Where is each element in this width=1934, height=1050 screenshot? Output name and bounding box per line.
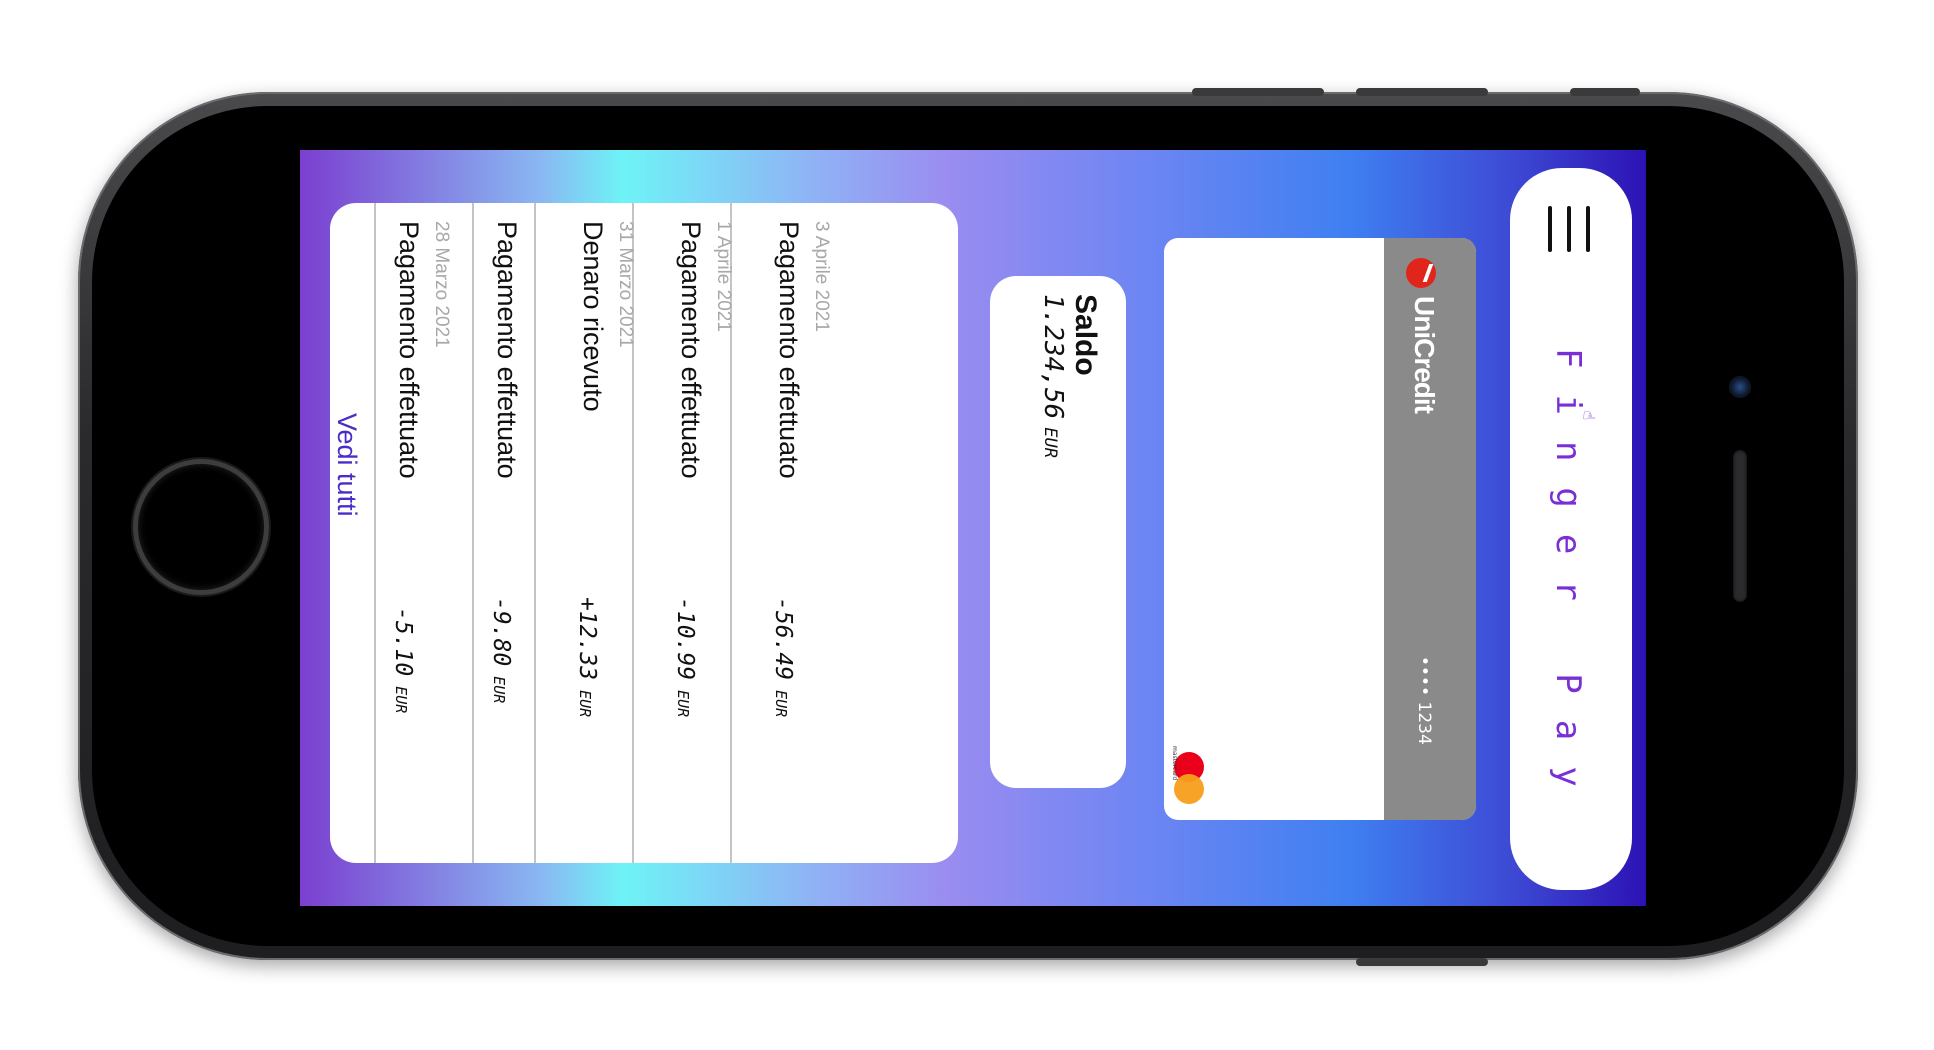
transaction-amount-row: -56.49 EUR bbox=[770, 597, 796, 717]
row-divider bbox=[472, 203, 474, 863]
hand-icon: ☝ bbox=[1579, 410, 1599, 421]
transaction-currency: EUR bbox=[674, 690, 692, 718]
mastercard-logo-circle bbox=[1174, 774, 1204, 804]
transaction-description[interactable]: Pagamento effettuato bbox=[393, 221, 424, 479]
transaction-amount-row: -10.99 EUR bbox=[672, 597, 698, 717]
volume-down-button bbox=[1356, 88, 1488, 96]
transaction-currency: EUR bbox=[772, 690, 790, 718]
front-camera bbox=[1729, 376, 1751, 398]
transaction-description[interactable]: Denaro ricevuto bbox=[577, 221, 608, 412]
transaction-date: 3 Aprile 2021 bbox=[811, 221, 832, 332]
transaction-currency: EUR bbox=[576, 690, 594, 718]
transaction-date: 1 Aprile 2021 bbox=[713, 221, 734, 332]
volume-up-button bbox=[1192, 88, 1324, 96]
earpiece-speaker bbox=[1733, 450, 1747, 602]
card-number: •••• 1234 bbox=[1414, 656, 1434, 745]
transaction-amount: -5.10 bbox=[390, 607, 416, 677]
transaction-currency: EUR bbox=[490, 676, 508, 704]
transaction-description[interactable]: Pagamento effettuato bbox=[675, 221, 706, 479]
balance-amount: 1.234,56 bbox=[1038, 294, 1068, 420]
mute-switch bbox=[1570, 88, 1640, 96]
hamburger-menu-icon[interactable] bbox=[1548, 206, 1590, 252]
see-all-link[interactable]: Vedi tutti bbox=[331, 413, 362, 517]
balance-card: Saldo 1.234,56 EUR bbox=[990, 276, 1126, 788]
transaction-amount-row: -9.80 EUR bbox=[488, 597, 514, 703]
balance-amount-row: 1.234,56 EUR bbox=[1038, 294, 1068, 458]
app-screen: Finger Pay ☝ UniCredit •••• 1234 masterc… bbox=[300, 150, 1646, 906]
header-panel: Finger Pay ☝ bbox=[1510, 168, 1632, 890]
transaction-description[interactable]: Pagamento effettuato bbox=[773, 221, 804, 479]
transaction-date: 31 Marzo 2021 bbox=[615, 221, 636, 348]
power-button bbox=[1356, 958, 1488, 966]
home-button[interactable] bbox=[133, 459, 269, 595]
balance-title: Saldo bbox=[1069, 294, 1102, 376]
row-divider bbox=[534, 203, 536, 863]
row-divider bbox=[374, 203, 376, 863]
transaction-amount: -10.99 bbox=[672, 597, 698, 681]
balance-currency: EUR bbox=[1040, 427, 1060, 458]
transaction-amount: +12.33 bbox=[574, 597, 600, 681]
transaction-amount-row: +12.33 EUR bbox=[574, 597, 600, 717]
card-bank-name: UniCredit bbox=[1409, 296, 1440, 413]
transactions-panel: 3 Aprile 2021 Pagamento effettuato -56.4… bbox=[330, 203, 958, 863]
transaction-amount: -56.49 bbox=[770, 597, 796, 681]
transaction-description[interactable]: Pagamento effettuato bbox=[491, 221, 522, 479]
transaction-amount-row: -5.10 EUR bbox=[390, 607, 416, 713]
unicredit-logo-icon bbox=[1406, 258, 1436, 288]
transaction-amount: -9.80 bbox=[488, 597, 514, 667]
transaction-date: 28 Marzo 2021 bbox=[431, 221, 452, 348]
bank-card[interactable]: UniCredit •••• 1234 mastercard bbox=[1164, 238, 1476, 820]
transaction-currency: EUR bbox=[392, 686, 410, 714]
card-network-label: mastercard bbox=[1171, 746, 1178, 781]
